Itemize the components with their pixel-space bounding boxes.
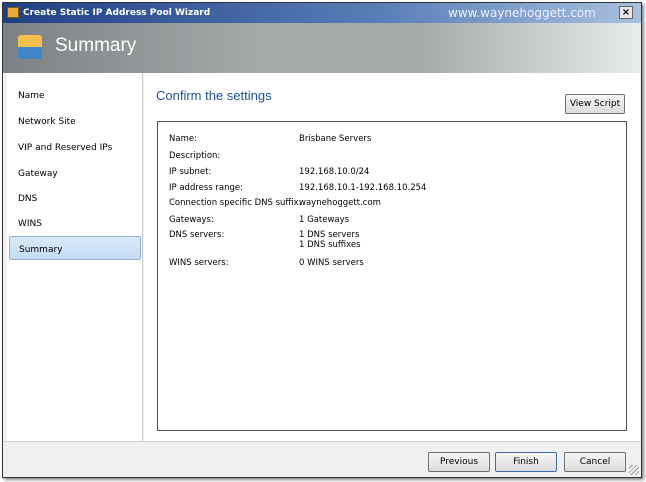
step-dns[interactable]: DNS [9, 186, 141, 210]
section-title: Confirm the settings [156, 88, 272, 103]
row-key: DNS servers: [169, 230, 225, 240]
row-key: Description: [169, 151, 221, 161]
button-bar: Previous Finish Cancel [3, 441, 641, 477]
row-key: WINS servers: [169, 258, 229, 268]
watermark: www.waynehoggett.com [448, 6, 596, 20]
main-panel: Confirm the settings View Script Name: Br… [144, 73, 640, 441]
summary-row: DNS servers: 1 DNS servers 1 DNS suffixes [169, 230, 361, 250]
step-name[interactable]: Name [9, 83, 141, 107]
row-key: Name: [169, 134, 197, 144]
summary-row: Connection specific DNS suffix: waynehogg… [169, 198, 381, 208]
row-key: Gateways: [169, 215, 214, 225]
row-value: 192.168.10.0/24 [299, 167, 370, 177]
step-gateway[interactable]: Gateway [9, 161, 141, 185]
summary-row: WINS servers: 0 WINS servers [169, 258, 364, 268]
finish-button[interactable]: Finish [495, 452, 557, 472]
row-key: IP subnet: [169, 167, 212, 177]
summary-row: IP subnet: 192.168.10.0/24 [169, 167, 369, 177]
summary-row: Gateways: 1 Gateways [169, 215, 349, 225]
wizard-header: Summary [3, 23, 641, 73]
wizard-window: Create Static IP Address Pool Wizard www… [2, 2, 642, 478]
close-button[interactable]: × [619, 6, 633, 19]
row-value: 1 Gateways [299, 215, 350, 225]
wizard-steps: Name Network Site VIP and Reserved IPs G… [7, 73, 143, 441]
summary-row: Name: Brisbane Servers [169, 134, 371, 144]
step-summary[interactable]: Summary [9, 236, 141, 260]
step-network-site[interactable]: Network Site [9, 109, 141, 133]
resize-grip-icon[interactable] [629, 465, 639, 475]
cancel-button[interactable]: Cancel [564, 452, 626, 472]
row-value: 192.168.10.1-192.168.10.254 [299, 183, 427, 193]
row-value: Brisbane Servers [299, 134, 372, 144]
row-key: Connection specific DNS suffix: [169, 198, 302, 208]
row-key: IP address range: [169, 183, 244, 193]
summary-row: IP address range: 192.168.10.1-192.168.10… [169, 183, 426, 193]
row-value: waynehoggett.com [299, 198, 381, 208]
view-script-button[interactable]: View Script [565, 94, 625, 114]
row-value: 1 DNS suffixes [299, 240, 361, 250]
title-bar: Create Static IP Address Pool Wizard www… [3, 3, 641, 23]
row-value: 0 WINS servers [299, 258, 364, 268]
step-wins[interactable]: WINS [9, 211, 141, 235]
summary-row: Description: [169, 151, 220, 161]
row-value: 1 DNS servers [299, 230, 360, 240]
window-title: Create Static IP Address Pool Wizard [23, 8, 211, 18]
step-vip-reserved-ips[interactable]: VIP and Reserved IPs [9, 135, 141, 159]
page-title: Summary [55, 35, 137, 56]
app-icon [7, 7, 19, 18]
settings-summary: Name: Brisbane Servers Description: IP su… [157, 121, 627, 431]
wizard-icon [18, 35, 42, 59]
previous-button[interactable]: Previous [428, 452, 490, 472]
